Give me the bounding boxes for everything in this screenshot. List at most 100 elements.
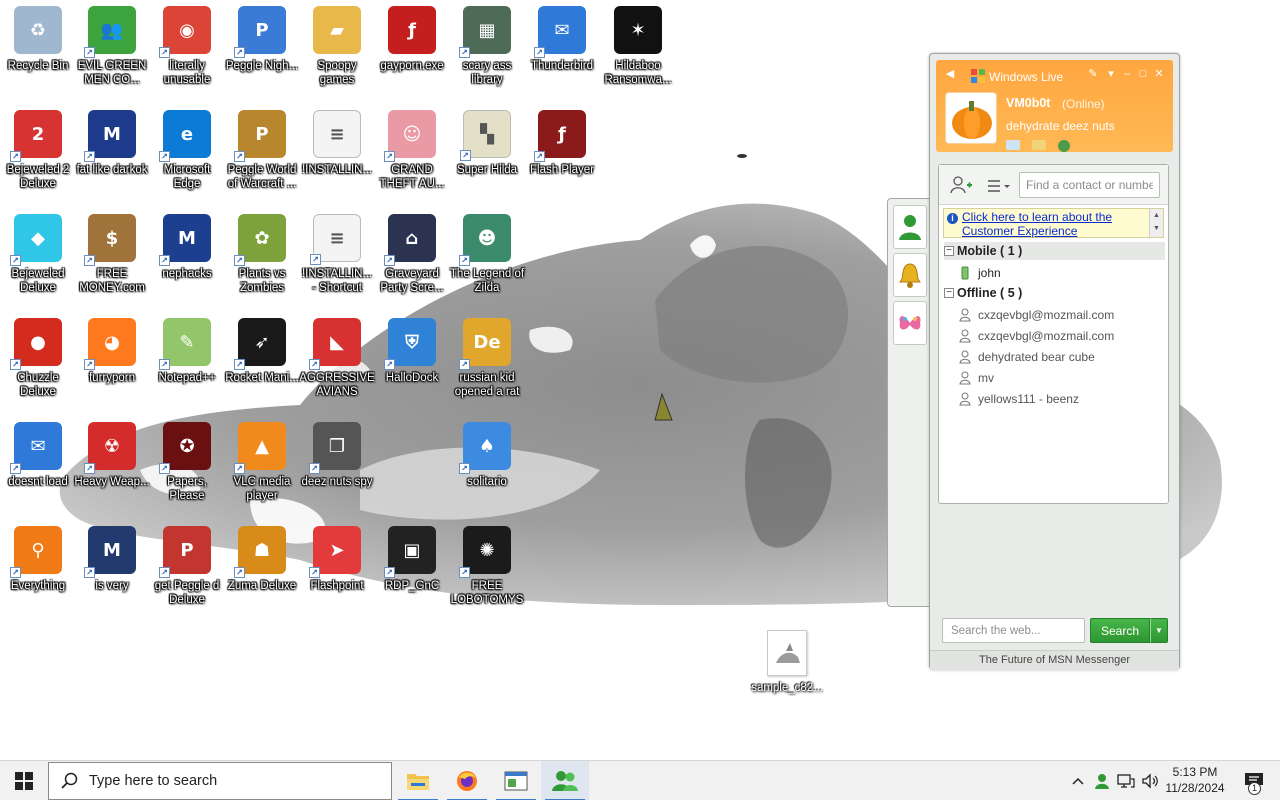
pumpkin-icon (952, 101, 992, 139)
desktop-icon[interactable]: ≡ ↗ !INSTALLIN... - Shortcut (299, 208, 375, 308)
tray-network-icon[interactable] (1114, 761, 1138, 800)
user-display-name[interactable]: VM0b0t (1006, 96, 1050, 110)
banner-scrollbar[interactable]: ▲ ▼ (1149, 209, 1163, 237)
view-options-icon[interactable] (986, 177, 1012, 195)
back-icon[interactable]: ◀ (943, 67, 957, 81)
desktop-icon[interactable]: M ↗ is very (74, 520, 150, 620)
desktop-icon[interactable]: ≡ !INSTALLIN... (299, 104, 375, 204)
search-button[interactable]: Search (1090, 618, 1150, 643)
taskbar-app-file-explorer[interactable] (394, 761, 442, 800)
taskbar-app-firefox[interactable] (443, 761, 491, 800)
desktop-icon[interactable]: ✉ ↗ doesnt load (0, 416, 76, 516)
desktop-icon[interactable]: ✎ ↗ Notepad++ (149, 312, 225, 412)
desktop-icon[interactable]: ▰ Spoopy games (299, 0, 375, 100)
desktop-icon[interactable]: ◕ ↗ furryporn (74, 312, 150, 412)
msn-messenger-window[interactable]: ◀ Windows Live ✎ ▾ – □ ✕ VM0b0t (Online)… (929, 53, 1180, 670)
contact-list-item[interactable]: john (959, 263, 1001, 283)
desktop-icon[interactable]: 2 ↗ Bejeweled 2 Deluxe (0, 104, 76, 204)
desktop-icon[interactable]: ◣ ↗ AGGRESSIVE AVIANS (299, 312, 375, 412)
desktop-icon[interactable]: ƒ ↗ Flash Player (524, 104, 600, 204)
add-contact-icon[interactable] (949, 175, 973, 195)
desktop-icon[interactable]: ✿ ↗ Plants vs Zombies (224, 208, 300, 308)
desktop-icon[interactable]: ✉ ↗ Thunderbird (524, 0, 600, 100)
desktop-icon[interactable]: ▣ ↗ RDP_GnC (374, 520, 450, 620)
games-tab[interactable] (893, 301, 927, 345)
desktop-icon[interactable]: ⌂ ↗ Graveyard Party Scre... (374, 208, 450, 308)
taskbar-app-msn-messenger[interactable] (541, 761, 589, 800)
desktop-icon[interactable]: ♠ ↗ solitario (449, 416, 525, 516)
search-dropdown-icon[interactable]: ▼ (1150, 618, 1168, 643)
desktop-icon[interactable]: e ↗ Microsoft Edge (149, 104, 225, 204)
shortcut-arrow-icon: ↗ (10, 151, 21, 162)
contacts-tab[interactable] (893, 205, 927, 249)
desktop-icon[interactable]: ▦ ↗ scary ass library (449, 0, 525, 100)
contact-group-header[interactable]: − Mobile ( 1 ) (944, 242, 1165, 260)
desktop-icon[interactable]: P ↗ Peggle World of Warcraft ... (224, 104, 300, 204)
desktop-icon[interactable]: ➤ ↗ Flashpoint (299, 520, 375, 620)
edge-icon: e ↗ (159, 110, 211, 162)
desktop-icon[interactable]: M ↗ nephacks (149, 208, 225, 308)
desktop-icon[interactable]: ☢ ↗ Heavy Weap... (74, 416, 150, 516)
taskbar-clock[interactable]: 5:13 PM 11/28/2024 (1160, 764, 1230, 796)
customer-experience-link[interactable]: Click here to learn about the Customer E… (962, 210, 1147, 238)
desktop-icon[interactable]: ● ↗ Chuzzle Deluxe (0, 312, 76, 412)
maximize-icon[interactable]: □ (1136, 67, 1150, 81)
desktop-icon[interactable]: M ↗ fat like darkok (74, 104, 150, 204)
gta-girl-icon: ☺ ↗ (384, 110, 436, 162)
desktop-icon[interactable]: ⛨ ↗ HalloDock (374, 312, 450, 412)
desktop-icon[interactable]: ƒ gayporn.exe (374, 0, 450, 100)
desktop-file-sample[interactable]: sample_c82... (749, 630, 825, 700)
contact-group-header[interactable]: − Offline ( 5 ) (944, 284, 1165, 302)
collapse-icon[interactable]: − (944, 246, 954, 256)
web-search-input[interactable] (942, 618, 1085, 643)
desktop-icon[interactable]: De ↗ russian kid opened a rat (449, 312, 525, 412)
info-icon: i (947, 213, 958, 224)
spaces-icon[interactable] (1032, 140, 1046, 150)
desktop-icon-label: is very (95, 580, 129, 592)
start-button[interactable] (0, 761, 48, 800)
personal-message[interactable]: dehydrate deez nuts (1006, 119, 1115, 133)
desktop-icon[interactable]: ◆ ↗ Bejeweled Deluxe (0, 208, 76, 308)
desktop-icon[interactable]: ☗ ↗ Zuma Deluxe (224, 520, 300, 620)
mail-icon[interactable] (1006, 140, 1020, 150)
user-status[interactable]: (Online) (1062, 97, 1105, 111)
desktop-icon[interactable]: ▚ ↗ Super Hilda (449, 104, 525, 204)
desktop-icon[interactable]: ▲ ↗ VLC media player (224, 416, 300, 516)
desktop-icon[interactable]: ➶ ↗ Rocket Mani... (224, 312, 300, 412)
menu-dropdown-icon[interactable]: ▾ (1104, 67, 1118, 81)
close-icon[interactable]: ✕ (1152, 67, 1166, 81)
desktop-icon[interactable]: $ ↗ FREE MONEY.com (74, 208, 150, 308)
collapse-icon[interactable]: − (944, 288, 954, 298)
desktop-icon[interactable]: ⚲ ↗ Everything (0, 520, 76, 620)
tray-overflow-chevron-up-icon[interactable] (1066, 761, 1090, 800)
taskbar-app-window[interactable] (492, 761, 540, 800)
rdp-icon: ▣ ↗ (384, 526, 436, 578)
tray-volume-icon[interactable] (1138, 761, 1162, 800)
contact-list-item[interactable]: yellows111 - beenz (959, 389, 1079, 409)
desktop-icon[interactable]: ✺ ↗ FREE LOBOTOMYS (449, 520, 525, 620)
paint-icon[interactable]: ✎ (1086, 67, 1100, 81)
super-hilda-icon: ▚ ↗ (460, 110, 511, 161)
shortcut-arrow-icon: ↗ (84, 255, 95, 266)
contact-list-item[interactable]: mv (959, 368, 994, 388)
taskbar-search-box[interactable]: Type here to search (48, 762, 392, 800)
desktop-icon[interactable]: ♻ Recycle Bin (0, 0, 76, 100)
desktop-icon[interactable]: P ↗ get Peggle d Deluxe (149, 520, 225, 620)
contact-list-item[interactable]: dehydrated bear cube (959, 347, 1095, 367)
desktop-icon[interactable]: ❐ ↗ deez nuts spy (299, 416, 375, 516)
tray-msn-icon[interactable] (1090, 761, 1114, 800)
desktop-icon[interactable]: P ↗ Peggle Nigh... (224, 0, 300, 100)
desktop-icon[interactable]: ☺ ↗ GRAND THEFT AU... (374, 104, 450, 204)
minimize-icon[interactable]: – (1120, 67, 1134, 81)
desktop-icon[interactable]: ✶ Hildaboo Ransomwa... (600, 0, 676, 100)
contact-search-input[interactable] (1019, 172, 1160, 198)
desktop-icon[interactable]: 👥 ↗ EVIL GREEN MEN CO... (74, 0, 150, 100)
desktop-icon[interactable]: ☻ ↗ The Legend of Zilda (449, 208, 525, 308)
alerts-tab[interactable] (893, 253, 927, 297)
news-icon[interactable] (1058, 140, 1070, 152)
contact-list-item[interactable]: cxzqevbgl@mozmail.com (959, 326, 1114, 346)
desktop-icon[interactable]: ✪ ↗ Papers, Please (149, 416, 225, 516)
desktop-icon[interactable]: ◉ ↗ literally unusable (149, 0, 225, 100)
avatar[interactable] (945, 92, 997, 144)
contact-list-item[interactable]: cxzqevbgl@mozmail.com (959, 305, 1114, 325)
